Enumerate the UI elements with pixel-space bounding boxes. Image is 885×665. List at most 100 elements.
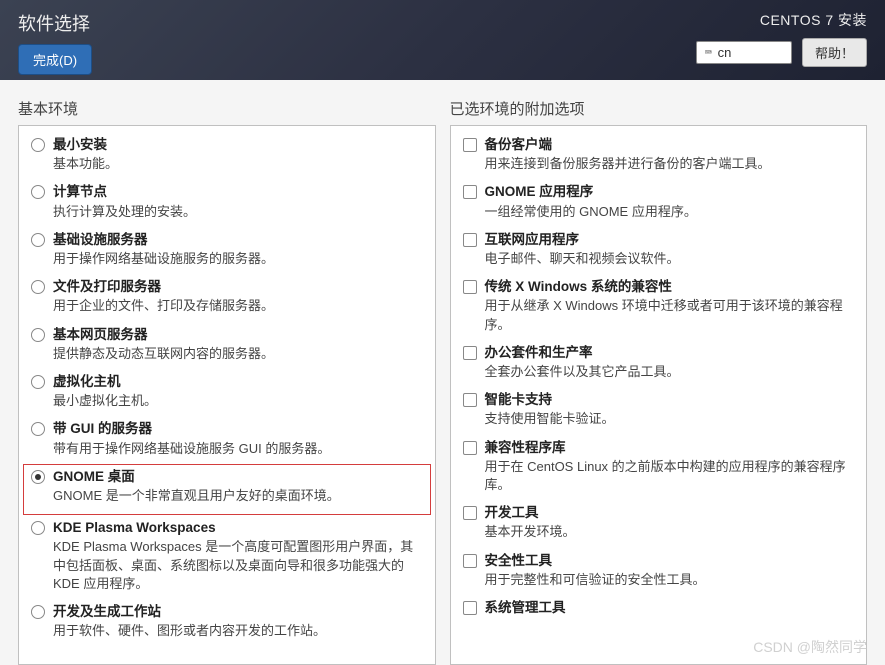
addons-list[interactable]: 备份客户端用来连接到备份服务器并进行备份的客户端工具。 GNOME 应用程序一组经… xyxy=(450,125,868,665)
radio-icon[interactable] xyxy=(31,521,45,535)
addons-heading: 已选环境的附加选项 xyxy=(450,98,868,125)
base-env-heading: 基本环境 xyxy=(18,98,436,125)
checkbox-icon[interactable] xyxy=(463,346,477,360)
addon-item[interactable]: 安全性工具用于完整性和可信验证的安全性工具。 xyxy=(455,548,863,595)
checkbox-icon[interactable] xyxy=(463,138,477,152)
addon-item[interactable]: 智能卡支持支持使用智能卡验证。 xyxy=(455,387,863,434)
addon-item-title: GNOME 应用程序 xyxy=(485,183,855,201)
help-button[interactable]: 帮助！ xyxy=(802,38,867,67)
env-item[interactable]: 文件及打印服务器用于企业的文件、打印及存储服务器。 xyxy=(23,274,431,321)
checkbox-icon[interactable] xyxy=(463,554,477,568)
right-column: 已选环境的附加选项 备份客户端用来连接到备份服务器并进行备份的客户端工具。 GNO… xyxy=(450,98,868,665)
env-item-text: 开发及生成工作站用于软件、硬件、图形或者内容开发的工作站。 xyxy=(53,603,423,640)
env-item-text: 文件及打印服务器用于企业的文件、打印及存储服务器。 xyxy=(53,278,423,315)
addon-item-desc: 全套办公套件以及其它产品工具。 xyxy=(485,363,855,381)
addon-item-text: 办公套件和生产率全套办公套件以及其它产品工具。 xyxy=(485,344,855,381)
radio-icon[interactable] xyxy=(31,280,45,294)
installer-title: CENTOS 7 安装 xyxy=(760,10,867,30)
addon-item[interactable]: 办公套件和生产率全套办公套件以及其它产品工具。 xyxy=(455,340,863,387)
env-item-text: 基本网页服务器提供静态及动态互联网内容的服务器。 xyxy=(53,326,423,363)
addon-item-text: 安全性工具用于完整性和可信验证的安全性工具。 xyxy=(485,552,855,589)
checkbox-icon[interactable] xyxy=(463,280,477,294)
addon-item-desc: 支持使用智能卡验证。 xyxy=(485,410,855,428)
radio-icon[interactable] xyxy=(31,422,45,436)
done-button[interactable]: 完成(D) xyxy=(18,44,92,75)
addon-item-desc: 用来连接到备份服务器并进行备份的客户端工具。 xyxy=(485,155,855,173)
env-item-desc: 最小虚拟化主机。 xyxy=(53,392,423,410)
env-item[interactable]: 计算节点执行计算及处理的安装。 xyxy=(23,179,431,226)
env-item-text: 带 GUI 的服务器带有用于操作网络基础设施服务 GUI 的服务器。 xyxy=(53,420,423,457)
addon-item-desc: 一组经常使用的 GNOME 应用程序。 xyxy=(485,203,855,221)
addon-item-title: 备份客户端 xyxy=(485,136,855,154)
radio-icon[interactable] xyxy=(31,233,45,247)
addon-item[interactable]: 系统管理工具 xyxy=(455,595,863,623)
env-item[interactable]: KDE Plasma WorkspacesKDE Plasma Workspac… xyxy=(23,515,431,599)
env-item-text: 最小安装基本功能。 xyxy=(53,136,423,173)
env-item-text: 虚拟化主机最小虚拟化主机。 xyxy=(53,373,423,410)
env-item-title: 基本网页服务器 xyxy=(53,326,423,344)
env-item-text: KDE Plasma WorkspacesKDE Plasma Workspac… xyxy=(53,519,423,593)
env-item-title: GNOME 桌面 xyxy=(53,468,423,486)
env-item-desc: GNOME 是一个非常直观且用户友好的桌面环境。 xyxy=(53,487,423,505)
env-item[interactable]: 带 GUI 的服务器带有用于操作网络基础设施服务 GUI 的服务器。 xyxy=(23,416,431,463)
env-item[interactable]: GNOME 桌面GNOME 是一个非常直观且用户友好的桌面环境。 xyxy=(23,464,431,515)
radio-icon[interactable] xyxy=(31,185,45,199)
env-item-desc: 带有用于操作网络基础设施服务 GUI 的服务器。 xyxy=(53,440,423,458)
header-bar: 软件选择 完成(D) CENTOS 7 安装 ⌨ cn 帮助！ xyxy=(0,0,885,80)
keyboard-layout-label: cn xyxy=(718,45,732,60)
page-title: 软件选择 xyxy=(18,10,92,36)
env-item-title: KDE Plasma Workspaces xyxy=(53,519,423,537)
env-item[interactable]: 开发及生成工作站用于软件、硬件、图形或者内容开发的工作站。 xyxy=(23,599,431,646)
addon-item[interactable]: 兼容性程序库用于在 CentOS Linux 的之前版本中构建的应用程序的兼容程… xyxy=(455,435,863,501)
env-item-title: 计算节点 xyxy=(53,183,423,201)
addon-item[interactable]: GNOME 应用程序一组经常使用的 GNOME 应用程序。 xyxy=(455,179,863,226)
checkbox-icon[interactable] xyxy=(463,185,477,199)
addon-item-text: 备份客户端用来连接到备份服务器并进行备份的客户端工具。 xyxy=(485,136,855,173)
checkbox-icon[interactable] xyxy=(463,506,477,520)
checkbox-icon[interactable] xyxy=(463,441,477,455)
env-item[interactable]: 最小安装基本功能。 xyxy=(23,132,431,179)
addon-item-title: 智能卡支持 xyxy=(485,391,855,409)
addon-item-desc: 电子邮件、聊天和视频会议软件。 xyxy=(485,250,855,268)
checkbox-icon[interactable] xyxy=(463,233,477,247)
content-area: 基本环境 最小安装基本功能。计算节点执行计算及处理的安装。基础设施服务器用于操作… xyxy=(0,80,885,665)
radio-icon[interactable] xyxy=(31,138,45,152)
addon-item[interactable]: 传统 X Windows 系统的兼容性用于从继承 X Windows 环境中迁移… xyxy=(455,274,863,340)
addon-item-text: 兼容性程序库用于在 CentOS Linux 的之前版本中构建的应用程序的兼容程… xyxy=(485,439,855,495)
header-right: CENTOS 7 安装 ⌨ cn 帮助！ xyxy=(696,10,867,70)
env-item-desc: 用于操作网络基础设施服务的服务器。 xyxy=(53,250,423,268)
env-item-text: 计算节点执行计算及处理的安装。 xyxy=(53,183,423,220)
addon-item-title: 传统 X Windows 系统的兼容性 xyxy=(485,278,855,296)
env-item-title: 基础设施服务器 xyxy=(53,231,423,249)
env-item-text: GNOME 桌面GNOME 是一个非常直观且用户友好的桌面环境。 xyxy=(53,468,423,505)
left-column: 基本环境 最小安装基本功能。计算节点执行计算及处理的安装。基础设施服务器用于操作… xyxy=(18,98,436,665)
addon-item-desc: 用于完整性和可信验证的安全性工具。 xyxy=(485,571,855,589)
base-env-list[interactable]: 最小安装基本功能。计算节点执行计算及处理的安装。基础设施服务器用于操作网络基础设… xyxy=(18,125,436,665)
addon-item-title: 安全性工具 xyxy=(485,552,855,570)
env-item[interactable]: 基本网页服务器提供静态及动态互联网内容的服务器。 xyxy=(23,322,431,369)
env-item[interactable]: 基础设施服务器用于操作网络基础设施服务的服务器。 xyxy=(23,227,431,274)
env-item-desc: KDE Plasma Workspaces 是一个高度可配置图形用户界面，其中包… xyxy=(53,538,423,593)
addon-item[interactable]: 开发工具基本开发环境。 xyxy=(455,500,863,547)
addon-item-text: 传统 X Windows 系统的兼容性用于从继承 X Windows 环境中迁移… xyxy=(485,278,855,334)
checkbox-icon[interactable] xyxy=(463,601,477,615)
checkbox-icon[interactable] xyxy=(463,393,477,407)
env-item-title: 带 GUI 的服务器 xyxy=(53,420,423,438)
addon-item-desc: 基本开发环境。 xyxy=(485,523,855,541)
addon-item-title: 系统管理工具 xyxy=(485,599,855,617)
addon-item[interactable]: 备份客户端用来连接到备份服务器并进行备份的客户端工具。 xyxy=(455,132,863,179)
env-item[interactable]: 虚拟化主机最小虚拟化主机。 xyxy=(23,369,431,416)
addon-item[interactable]: 互联网应用程序电子邮件、聊天和视频会议软件。 xyxy=(455,227,863,274)
env-item-text: 基础设施服务器用于操作网络基础设施服务的服务器。 xyxy=(53,231,423,268)
radio-icon[interactable] xyxy=(31,328,45,342)
env-item-title: 开发及生成工作站 xyxy=(53,603,423,621)
addon-item-text: 系统管理工具 xyxy=(485,599,855,617)
radio-icon[interactable] xyxy=(31,605,45,619)
env-item-title: 最小安装 xyxy=(53,136,423,154)
addon-item-text: 互联网应用程序电子邮件、聊天和视频会议软件。 xyxy=(485,231,855,268)
keyboard-icon: ⌨ xyxy=(705,46,712,59)
keyboard-layout-indicator[interactable]: ⌨ cn xyxy=(696,41,792,64)
radio-icon[interactable] xyxy=(31,375,45,389)
env-item-desc: 执行计算及处理的安装。 xyxy=(53,203,423,221)
radio-icon[interactable] xyxy=(31,470,45,484)
